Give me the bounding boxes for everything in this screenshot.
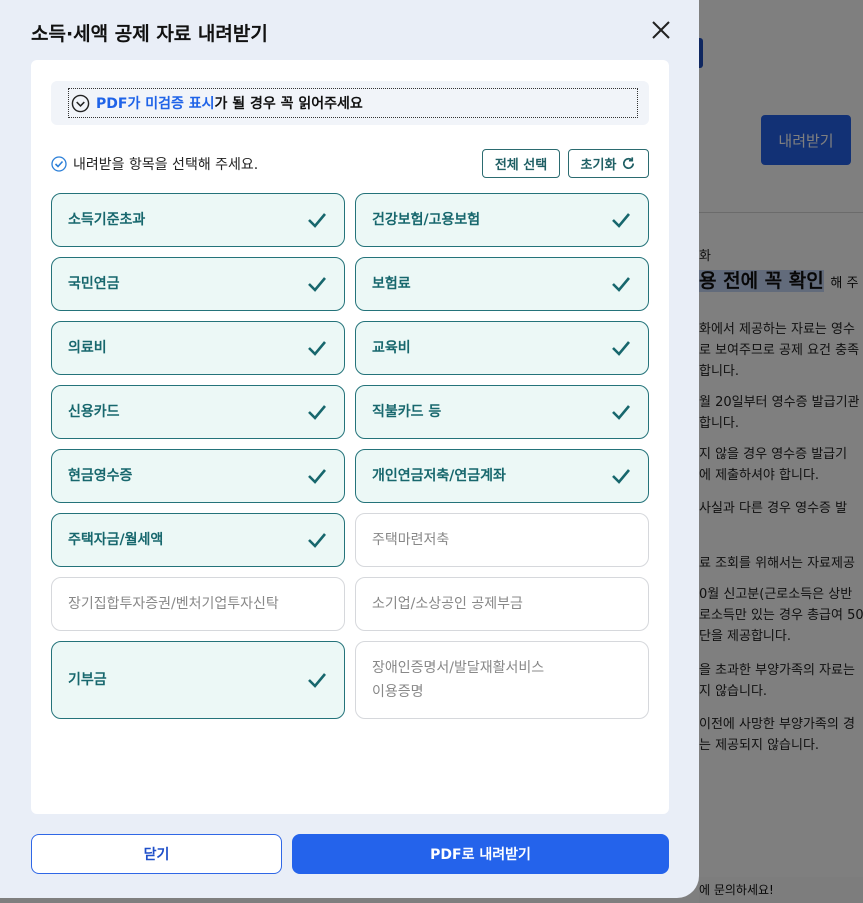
check-icon [308,341,326,356]
checkbox-item[interactable]: 신용카드 [51,385,345,439]
checkbox-item-label: 소득기준초과 [68,212,146,228]
check-icon [308,277,326,292]
checkbox-item-label: 장애인증명서/발달재활서비스 이용증명 [372,660,545,700]
checkbox-item-label: 교육비 [372,340,411,356]
checkbox-item[interactable]: 소기업/소상공인 공제부금 [355,577,649,631]
checkbox-item-label: 건강보험/고용보험 [372,212,481,228]
checkbox-item-label: 장기집합투자증권/벤처기업투자신탁 [68,596,279,612]
checkbox-item[interactable]: 장기집합투자증권/벤처기업투자신탁 [51,577,345,631]
checkbox-item[interactable]: 소득기준초과 [51,193,345,247]
notice-text: 가 될 경우 꼭 읽어주세요 [214,96,363,112]
selection-toolbar: 내려받을 항목을 선택해 주세요. 전체 선택 초기화 [51,149,649,179]
checkbox-item-label: 보험료 [372,276,411,292]
check-icon [308,213,326,228]
check-icon [612,213,630,228]
refresh-icon [623,157,635,169]
modal-title: 소득·세액 공제 자료 내려받기 [31,23,268,45]
chevron-down-circle-icon [71,94,90,112]
checkbox-item-label: 현금영수증 [68,468,133,484]
checkbox-item-label: 기부금 [68,672,107,688]
notice-box: PDF가 미검증 표시 가 될 경우 꼭 읽어주세요 [51,81,649,125]
check-icon [612,469,630,484]
select-all-label: 전체 선택 [494,158,548,173]
checkbox-item[interactable]: 개인연금저축/연금계좌 [355,449,649,503]
checkbox-item-label: 국민연금 [68,276,120,292]
checkbox-item-label: 신용카드 [68,404,120,420]
check-icon [612,405,630,420]
check-icon [308,673,326,688]
checkbox-item-label: 의료비 [68,340,107,356]
checkbox-check-icon [51,156,67,172]
check-icon [308,405,326,420]
pdf-download-label: PDF로 내려받기 [430,847,531,863]
reset-button[interactable]: 초기화 [568,149,649,178]
download-modal: 소득·세액 공제 자료 내려받기 PDF가 미검증 표시 가 될 경우 꼭 읽어주… [0,0,699,898]
checkbox-item[interactable]: 국민연금 [51,257,345,311]
close-modal-button[interactable]: 닫기 [31,834,282,874]
check-icon [308,469,326,484]
checkbox-item-label: 주택자금/월세액 [68,532,164,548]
notice-toggle[interactable]: PDF가 미검증 표시 가 될 경우 꼭 읽어주세요 [68,88,638,118]
checkbox-item-label: 개인연금저축/연금계좌 [372,468,506,484]
checkbox-item[interactable]: 주택자금/월세액 [51,513,345,567]
checkbox-item-label: 직불카드 등 [372,404,442,420]
checkbox-item[interactable]: 기부금 [51,641,345,719]
close-icon [652,21,670,39]
checkbox-item[interactable]: 보험료 [355,257,649,311]
pdf-download-button[interactable]: PDF로 내려받기 [292,834,669,874]
check-icon [308,533,326,548]
check-icon [612,341,630,356]
checkbox-item[interactable]: 장애인증명서/발달재활서비스 이용증명 [355,641,649,719]
checkbox-item[interactable]: 건강보험/고용보험 [355,193,649,247]
checkbox-item[interactable]: 주택마련저축 [355,513,649,567]
checkbox-item-label: 주택마련저축 [372,532,450,548]
close-modal-label: 닫기 [143,847,170,863]
close-button[interactable] [647,16,675,44]
notice-highlight: PDF가 미검증 표시 [96,96,215,112]
checkbox-item[interactable]: 직불카드 등 [355,385,649,439]
check-icon [612,277,630,292]
content-panel: PDF가 미검증 표시 가 될 경우 꼭 읽어주세요 내려받을 항목을 선택해 주… [31,60,669,814]
checkbox-item[interactable]: 의료비 [51,321,345,375]
selection-instruction: 내려받을 항목을 선택해 주세요. [51,154,258,174]
checkbox-item-label: 소기업/소상공인 공제부금 [372,596,523,612]
checkbox-item[interactable]: 현금영수증 [51,449,345,503]
selection-instruction-text: 내려받을 항목을 선택해 주세요. [73,157,259,173]
reset-label: 초기화 [580,158,617,173]
select-all-button[interactable]: 전체 선택 [482,149,560,178]
checkbox-item[interactable]: 교육비 [355,321,649,375]
